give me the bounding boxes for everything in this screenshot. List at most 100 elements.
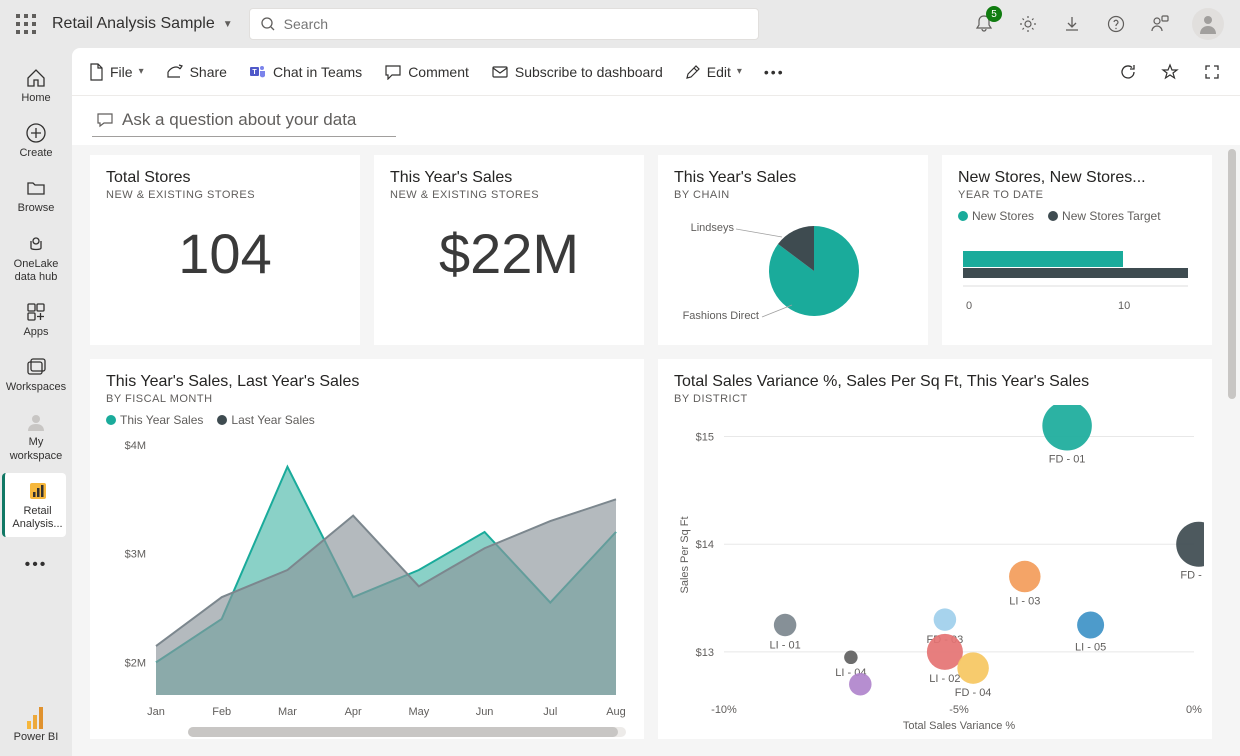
- svg-text:Mar: Mar: [278, 706, 297, 718]
- subscribe-button[interactable]: Subscribe to dashboard: [491, 64, 663, 80]
- tile-sales-by-chain[interactable]: This Year's Sales BY CHAIN Lindseys Fash…: [658, 155, 928, 345]
- svg-text:10: 10: [1118, 300, 1130, 312]
- svg-text:Fashions Direct: Fashions Direct: [683, 310, 759, 322]
- download-button[interactable]: [1060, 12, 1084, 36]
- nav-more[interactable]: •••: [4, 541, 68, 589]
- total-stores-value: 104: [106, 221, 344, 286]
- user-avatar[interactable]: [1192, 8, 1224, 40]
- fullscreen-icon: [1204, 64, 1220, 80]
- global-search[interactable]: [249, 8, 759, 40]
- fullscreen-button[interactable]: [1200, 60, 1224, 84]
- my-workspace-icon: [24, 410, 48, 434]
- chevron-down-icon: ▾: [737, 66, 742, 77]
- settings-button[interactable]: [1016, 12, 1040, 36]
- tile-sales-trend[interactable]: This Year's Sales, Last Year's Sales BY …: [90, 359, 644, 739]
- content-area: File ▾ Share T Chat in Teams Comment Sub…: [72, 48, 1240, 756]
- area-chart: $2M$3M$4MJanFebMarAprMayJunJulAug: [106, 435, 626, 735]
- svg-text:Apr: Apr: [345, 706, 362, 718]
- comment-button[interactable]: Comment: [384, 64, 469, 80]
- chevron-down-icon: ▾: [139, 66, 144, 77]
- svg-text:Aug: Aug: [606, 706, 626, 718]
- search-icon: [260, 16, 276, 32]
- notifications-button[interactable]: 5: [972, 12, 996, 36]
- svg-text:Jan: Jan: [147, 706, 165, 718]
- svg-text:-5%: -5%: [949, 704, 969, 716]
- svg-text:$14: $14: [696, 539, 714, 551]
- teams-icon: T: [249, 64, 267, 80]
- workspace-title-label: Retail Analysis Sample: [52, 15, 215, 33]
- pie-chart: Lindseys Fashions Direct: [674, 201, 914, 341]
- home-icon: [24, 66, 48, 90]
- onelake-icon: [24, 232, 48, 256]
- svg-text:$4M: $4M: [125, 440, 146, 452]
- feedback-button[interactable]: [1148, 12, 1172, 36]
- svg-text:LI - 05: LI - 05: [1075, 642, 1106, 654]
- refresh-button[interactable]: [1116, 60, 1140, 84]
- nav-brand: Power BI: [14, 707, 59, 744]
- notification-badge: 5: [986, 6, 1002, 22]
- this-year-sales-value: $22M: [390, 221, 628, 286]
- chevron-down-icon: ▼: [223, 19, 233, 30]
- nav-onelake[interactable]: OneLake data hub: [4, 226, 68, 290]
- horizontal-scrollbar[interactable]: [188, 727, 626, 737]
- nav-browse[interactable]: Browse: [4, 170, 68, 221]
- more-commands[interactable]: •••: [764, 64, 785, 80]
- nav-create[interactable]: Create: [4, 115, 68, 166]
- svg-text:0: 0: [966, 300, 972, 312]
- file-icon: [88, 63, 104, 81]
- svg-text:FD - 01: FD - 01: [1049, 454, 1086, 466]
- svg-text:Jun: Jun: [476, 706, 494, 718]
- svg-text:T: T: [252, 69, 257, 76]
- bar-chart: 0 10: [958, 231, 1198, 331]
- workspaces-icon: [24, 355, 48, 379]
- app-launcher-icon[interactable]: [16, 14, 36, 34]
- file-menu[interactable]: File ▾: [88, 63, 144, 81]
- nav-retail-analysis[interactable]: Retail Analysis...: [2, 473, 66, 537]
- help-button[interactable]: [1104, 12, 1128, 36]
- dashboard-icon: [26, 479, 50, 503]
- nav-workspaces[interactable]: Workspaces: [4, 349, 68, 400]
- qna-input[interactable]: Ask a question about your data: [92, 106, 396, 137]
- svg-text:FD - 02: FD - 02: [1180, 570, 1204, 582]
- favorite-button[interactable]: [1158, 60, 1182, 84]
- help-icon: [1107, 15, 1125, 33]
- chat-teams-button[interactable]: T Chat in Teams: [249, 64, 362, 80]
- search-input[interactable]: [284, 16, 748, 32]
- workspace-dropdown[interactable]: Retail Analysis Sample ▼: [52, 15, 233, 33]
- svg-text:$2M: $2M: [125, 657, 146, 669]
- svg-text:$3M: $3M: [125, 549, 146, 561]
- star-icon: [1161, 63, 1179, 81]
- dashboard-canvas: Total Stores NEW & EXISTING STORES 104 T…: [72, 145, 1240, 756]
- avatar-icon: [1196, 12, 1220, 36]
- edit-menu[interactable]: Edit ▾: [685, 64, 742, 80]
- qna-row: Ask a question about your data: [72, 96, 1240, 145]
- vertical-scrollbar[interactable]: [1228, 149, 1236, 752]
- svg-text:0%: 0%: [1186, 704, 1202, 716]
- svg-text:Lindseys: Lindseys: [691, 222, 735, 234]
- nav-my-workspace[interactable]: My workspace: [4, 404, 68, 468]
- svg-text:Jul: Jul: [543, 706, 557, 718]
- svg-text:LI - 01: LI - 01: [770, 639, 801, 651]
- tile-variance-bubble[interactable]: Total Sales Variance %, Sales Per Sq Ft,…: [658, 359, 1212, 739]
- nav-apps[interactable]: Apps: [4, 294, 68, 345]
- svg-text:Sales Per Sq Ft: Sales Per Sq Ft: [679, 516, 691, 593]
- apps-icon: [24, 300, 48, 324]
- subscribe-icon: [491, 64, 509, 80]
- svg-text:FD - 04: FD - 04: [955, 687, 992, 699]
- nav-rail: Home Create Browse OneLake data hub Apps…: [0, 48, 72, 756]
- share-button[interactable]: Share: [166, 64, 227, 80]
- svg-text:LI - 02: LI - 02: [929, 673, 960, 685]
- nav-home[interactable]: Home: [4, 60, 68, 111]
- tile-total-stores[interactable]: Total Stores NEW & EXISTING STORES 104: [90, 155, 360, 345]
- person-feedback-icon: [1150, 14, 1170, 34]
- svg-text:May: May: [408, 706, 429, 718]
- bubble-chart: $13$14$15Sales Per Sq Ft-10%-5%0%Total S…: [674, 405, 1204, 735]
- share-icon: [166, 64, 184, 80]
- tile-new-stores[interactable]: New Stores, New Stores... YEAR TO DATE N…: [942, 155, 1212, 345]
- refresh-icon: [1119, 63, 1137, 81]
- svg-text:LI - 03: LI - 03: [1009, 595, 1040, 607]
- tile-this-year-sales-card[interactable]: This Year's Sales NEW & EXISTING STORES …: [374, 155, 644, 345]
- svg-text:$13: $13: [696, 647, 714, 659]
- create-icon: [24, 121, 48, 145]
- sales-trend-legend: This Year Sales Last Year Sales: [106, 413, 628, 427]
